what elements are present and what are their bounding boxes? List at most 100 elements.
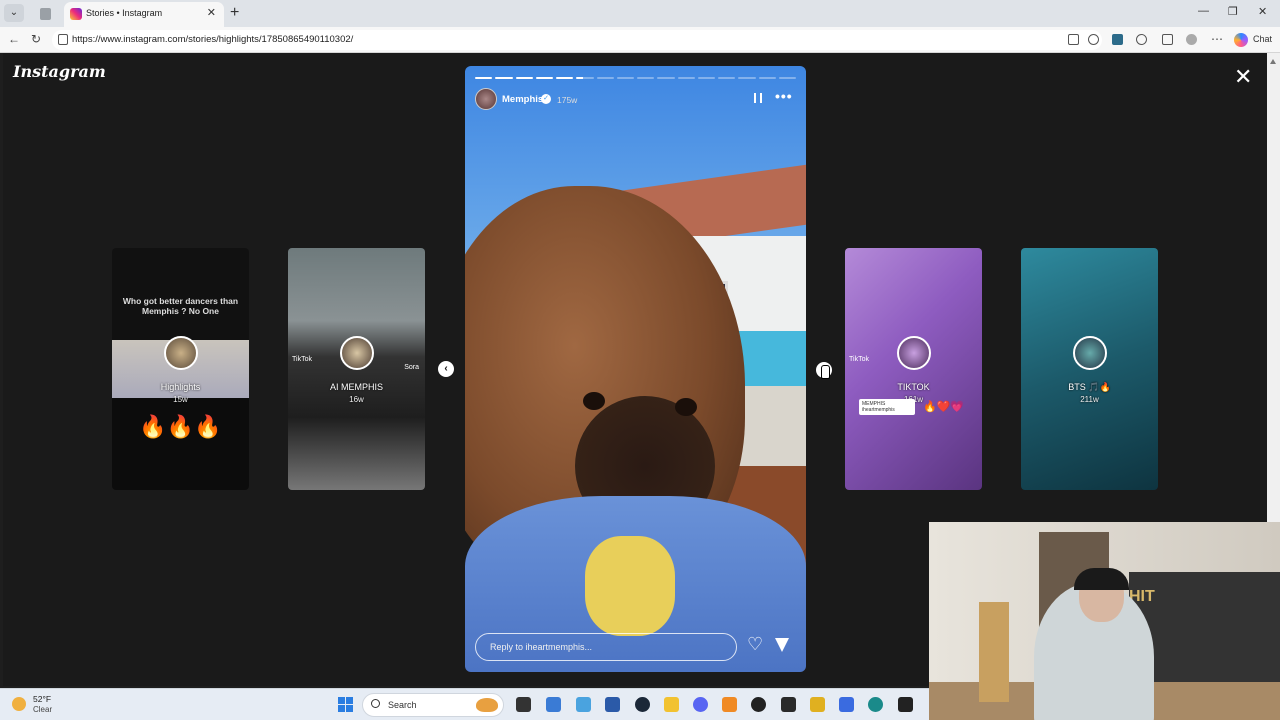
profile-avatar[interactable]: [1186, 34, 1197, 45]
taskbar: 52°F Clear Search: [0, 688, 929, 720]
highlight-card-highlights[interactable]: Who got better dancers than Memphis ? No…: [112, 248, 249, 490]
site-info-icon[interactable]: [58, 34, 68, 45]
obs-icon[interactable]: [751, 697, 766, 712]
send-icon[interactable]: [775, 638, 789, 652]
highlight-card-ai-memphis[interactable]: TikTok Sora AI MEMPHIS 16w: [288, 248, 425, 490]
story-progress-segment: [616, 77, 634, 79]
tab-inactive[interactable]: [32, 4, 60, 24]
story-progress-segment: [677, 77, 695, 79]
music-tag: MEMPHIS iheartmemphis: [859, 399, 915, 415]
taskbar-search[interactable]: Search: [362, 693, 504, 717]
instagram-icon: [70, 8, 82, 20]
verified-badge-icon: ✓: [541, 94, 551, 104]
address-bar-row: ← ↻ https://www.instagram.com/stories/hi…: [0, 27, 1280, 53]
new-tab-button[interactable]: +: [230, 4, 239, 22]
story-progress-segment: [738, 77, 756, 79]
instagram-logo[interactable]: Instagram: [13, 62, 106, 81]
tab-close-button[interactable]: ✕: [207, 6, 216, 19]
epic-games-icon[interactable]: [781, 697, 796, 712]
extension-icon[interactable]: [1112, 34, 1123, 45]
start-button[interactable]: [338, 697, 353, 712]
tab-bar: ⌄ Stories • Instagram ✕ + — ❐ ✕: [0, 0, 1280, 27]
story-progress-segment: [657, 77, 675, 79]
extensions-puzzle-icon[interactable]: [1136, 34, 1147, 45]
highlight-card-tiktok[interactable]: TikTok TIKTOK 161w MEMPHIS iheartmemphis…: [845, 248, 982, 490]
pause-icon[interactable]: [754, 93, 762, 103]
restore-button[interactable]: ❐: [1228, 5, 1238, 18]
search-highlight-icon: [476, 698, 498, 712]
url-field[interactable]: https://www.instagram.com/stories/highli…: [52, 30, 1102, 50]
chat-label: Chat: [1253, 34, 1273, 44]
story-progress-segment: [495, 77, 513, 79]
highlight-avatar: [1073, 336, 1107, 370]
weather-temperature[interactable]: 52°F: [33, 694, 51, 704]
settings-more-button[interactable]: ⋯: [1211, 32, 1223, 46]
window-close-button[interactable]: ✕: [1258, 5, 1267, 18]
story-progress-segment: [718, 77, 736, 79]
story-timestamp: 175w: [557, 95, 578, 105]
weather-moon-icon[interactable]: [12, 697, 26, 711]
webcam-chair: [979, 602, 1009, 702]
reload-button[interactable]: ↻: [31, 32, 41, 46]
discord-icon[interactable]: [693, 697, 708, 712]
story-author-avatar[interactable]: [475, 88, 497, 110]
story-toy: [585, 536, 675, 636]
back-button[interactable]: ←: [8, 32, 20, 46]
app-available-icon[interactable]: [1068, 34, 1079, 45]
tiktok-watermark: TikTok: [849, 356, 869, 363]
like-heart-icon[interactable]: ♡: [747, 634, 763, 655]
terminal-icon[interactable]: [898, 697, 913, 712]
story-progress-bar: [475, 77, 796, 79]
reply-input[interactable]: Reply to iheartmemphis...: [475, 633, 737, 661]
close-stories-button[interactable]: ✕: [1234, 66, 1252, 88]
tiktok-watermark: TikTok: [292, 356, 312, 363]
url-text: https://www.instagram.com/stories/highli…: [72, 34, 354, 45]
previous-story-button[interactable]: ‹: [438, 361, 454, 377]
story-progress-segment: [556, 77, 574, 79]
search-placeholder: Search: [388, 700, 417, 710]
file-explorer-icon[interactable]: [664, 697, 679, 712]
highlight-avatar: [897, 336, 931, 370]
weather-condition[interactable]: Clear: [33, 705, 52, 714]
highlight-name: AI MEMPHIS: [329, 382, 383, 392]
highlight-age: 16w: [349, 395, 364, 404]
active-story[interactable]: Memphis ✓ 175w ••• Reply to iheartmemphi…: [465, 66, 806, 672]
favorites-icon[interactable]: [1162, 34, 1173, 45]
app-icon[interactable]: [605, 697, 620, 712]
highlight-caption: Who got better dancers than Memphis ? No…: [122, 296, 239, 316]
story-progress-segment: [576, 77, 594, 79]
heart-emojis: 🔥❤️💗: [923, 401, 965, 413]
task-view-icon[interactable]: [516, 697, 531, 712]
app-icon[interactable]: [839, 697, 854, 712]
highlight-name: BTS 🎵🔥: [1068, 382, 1111, 392]
store-icon[interactable]: [576, 697, 591, 712]
mouse-cursor: [821, 365, 830, 379]
story-author-name[interactable]: Memphis: [502, 94, 543, 105]
tab-title: Stories • Instagram: [86, 8, 163, 18]
rockstar-icon[interactable]: [810, 697, 825, 712]
favorite-star-icon[interactable]: [1088, 34, 1099, 45]
highlight-age: 15w: [173, 395, 188, 404]
tab-list-button[interactable]: ⌄: [4, 4, 24, 22]
story-progress-segment: [515, 77, 533, 79]
webcam-overlay: HIT: [929, 522, 1280, 720]
steam-icon[interactable]: [635, 697, 650, 712]
app-icon[interactable]: [722, 697, 737, 712]
dog-eye: [583, 392, 605, 410]
scroll-up-icon[interactable]: [1270, 59, 1276, 64]
headset-icon: [1074, 568, 1129, 590]
story-progress-segment: [778, 77, 796, 79]
more-options-icon[interactable]: •••: [775, 88, 793, 104]
dog-eye: [675, 398, 697, 416]
fire-emojis: 🔥🔥🔥: [139, 414, 222, 439]
widgets-icon[interactable]: [546, 697, 561, 712]
highlight-card-bts[interactable]: BTS 🎵🔥 211w: [1021, 248, 1158, 490]
edge-icon[interactable]: [868, 697, 883, 712]
highlight-age: 211w: [1080, 395, 1099, 404]
search-icon: [371, 699, 380, 708]
story-progress-segment: [758, 77, 776, 79]
story-progress-segment: [596, 77, 614, 79]
highlight-avatar: [340, 336, 374, 370]
tab-instagram[interactable]: Stories • Instagram ✕: [64, 2, 224, 27]
minimize-button[interactable]: —: [1198, 5, 1209, 17]
